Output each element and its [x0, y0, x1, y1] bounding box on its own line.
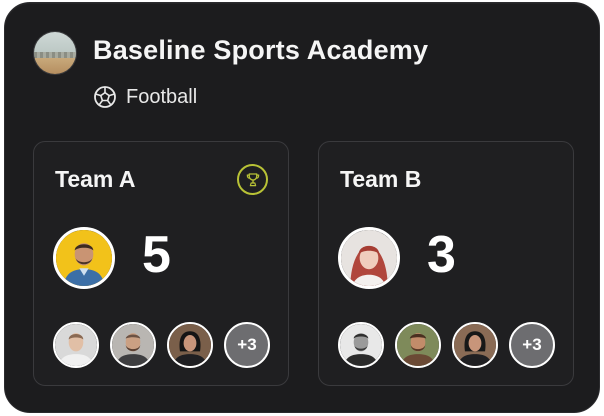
- team-panel-b[interactable]: Team B 3 +3: [318, 141, 574, 386]
- more-members-badge[interactable]: +3: [509, 322, 555, 368]
- captain-avatar[interactable]: [53, 227, 115, 289]
- member-avatar[interactable]: [452, 322, 498, 368]
- member-avatar[interactable]: [110, 322, 156, 368]
- person-photo: [340, 324, 382, 366]
- team-name: Team B: [340, 166, 422, 192]
- person-photo: [397, 324, 439, 366]
- academy-name: Baseline Sports Academy: [93, 35, 429, 65]
- person-photo: [169, 324, 211, 366]
- team-panel-a[interactable]: Team A 5 +3: [33, 141, 289, 386]
- person-photo: [112, 324, 154, 366]
- trophy-icon: [246, 172, 259, 186]
- more-members-badge[interactable]: +3: [224, 322, 270, 368]
- team-score: 5: [142, 226, 171, 284]
- match-card: Baseline Sports Academy Football Team A: [4, 2, 600, 413]
- person-photo: [341, 230, 397, 286]
- team-score: 3: [427, 226, 456, 284]
- winner-badge: [237, 164, 268, 195]
- person-photo: [55, 324, 97, 366]
- member-avatar[interactable]: [395, 322, 441, 368]
- sport-tag: Football: [93, 85, 197, 109]
- person-photo: [56, 230, 112, 286]
- member-avatar[interactable]: [53, 322, 99, 368]
- person-photo: [454, 324, 496, 366]
- team-members: +3: [338, 322, 555, 368]
- team-members: +3: [53, 322, 270, 368]
- soccer-ball-icon: [94, 86, 116, 108]
- team-name: Team A: [55, 166, 136, 192]
- member-avatar[interactable]: [338, 322, 384, 368]
- captain-avatar[interactable]: [338, 227, 400, 289]
- sport-label: Football: [126, 85, 198, 108]
- member-avatar[interactable]: [167, 322, 213, 368]
- academy-avatar: [33, 31, 77, 75]
